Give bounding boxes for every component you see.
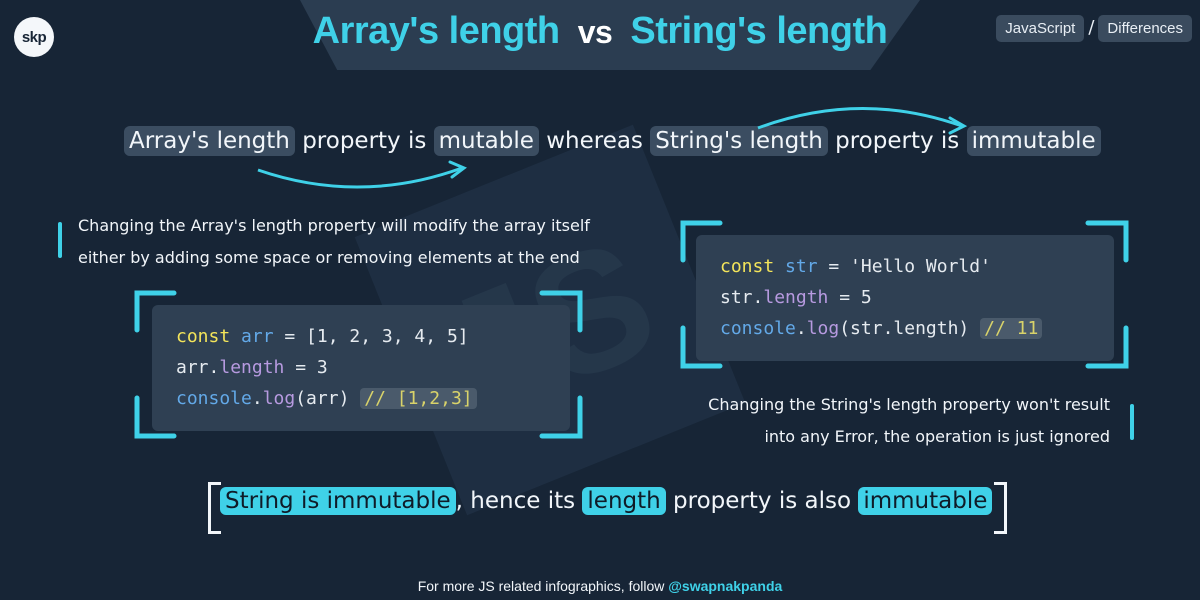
code-text: . [208,357,220,378]
code-text: . [251,388,263,409]
code-text: . [795,318,807,339]
code-string-example: const str = 'Hello World' str.length = 5… [696,235,1114,361]
note-right-line-2: into any Error, the operation is just ig… [764,427,1110,446]
code-line: console.log(arr) // [1,2,3] [176,383,546,414]
conclusion-text-1: , hence its [455,488,583,514]
code-line: console.log(str.length) // 11 [720,313,1090,344]
footer-text: For more JS related infographics, follow [417,578,669,594]
code-comment: // 11 [980,318,1043,339]
note-array-length: Changing the Array's length property wil… [78,210,678,274]
note-right-line-1: Changing the String's length property wo… [708,395,1110,414]
note-left-line-1: Changing the Array's length property wil… [78,216,590,235]
footer-handle[interactable]: @swapnakpanda [668,578,782,594]
code-line: const str = 'Hello World' [720,251,1090,282]
code-keyword: const [720,256,775,277]
conclusion-length: length [582,487,666,515]
note-string-length: Changing the String's length property wo… [640,389,1110,453]
code-function: log [806,318,840,339]
code-text: = 'Hello World' [817,256,991,277]
conclusion-immutable: immutable [858,487,993,515]
code-variable: arr [241,326,274,347]
code-function: log [262,388,296,409]
code-text: str [720,287,753,308]
code-text: = 5 [828,287,872,308]
arrow-array-to-mutable [257,166,463,189]
note-left-bar [58,222,62,258]
code-text: (str.length) [839,318,981,339]
conclusion-text-2: property is also [665,488,859,514]
conclusion-statement: String is immutable, hence its length pr… [220,487,993,515]
code-text: arr [176,357,209,378]
note-right-bar [1130,404,1134,440]
code-object: console [720,318,796,339]
infographic-canvas: JS skp Array's length vs String's length… [0,0,1200,600]
note-left-line-2: either by adding some space or removing … [78,248,580,267]
code-comment: // [1,2,3] [360,388,477,409]
code-array-example: const arr = [1, 2, 3, 4, 5] arr.length =… [152,305,570,431]
arrow-string-to-immutable [757,107,963,130]
footer: For more JS related infographics, follow… [0,578,1200,594]
code-text: = [1, 2, 3, 4, 5] [273,326,469,347]
code-line: arr.length = 3 [176,352,546,383]
code-object: console [176,388,252,409]
code-line: str.length = 5 [720,282,1090,313]
code-keyword: const [176,326,231,347]
code-text: (arr) [295,388,361,409]
conclusion-bracket-right [994,482,1007,534]
code-line: const arr = [1, 2, 3, 4, 5] [176,321,546,352]
conclusion-string-immutable: String is immutable [220,487,456,515]
code-property: length [763,287,829,308]
code-property: length [219,357,285,378]
code-variable: str [785,256,818,277]
code-text: . [752,287,764,308]
code-text: = 3 [284,357,328,378]
